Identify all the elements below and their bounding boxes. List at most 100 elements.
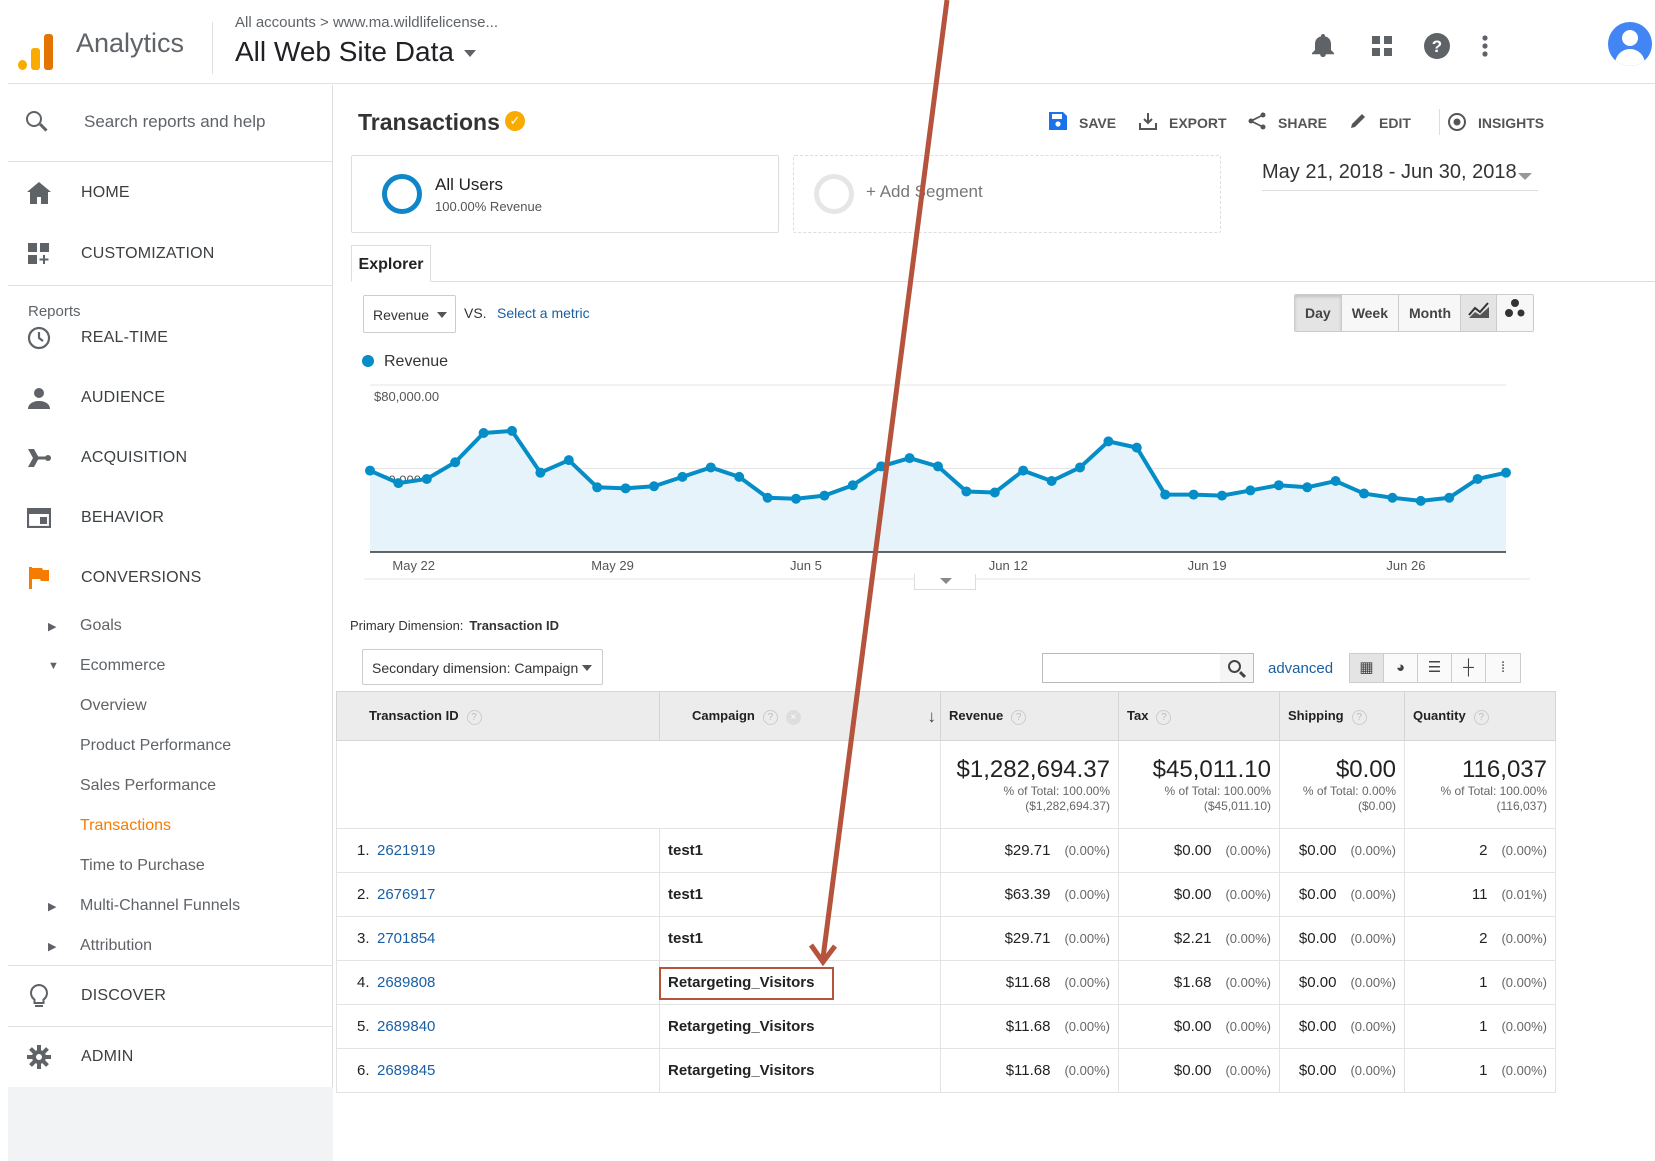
view-selector[interactable]: All Web Site Data	[235, 36, 476, 68]
column-header-revenue[interactable]: Revenue?	[940, 691, 1119, 741]
transaction-id-link[interactable]: 2689840	[377, 1018, 435, 1035]
share-button[interactable]: SHARE	[1246, 111, 1327, 135]
chevron-down-icon	[437, 312, 447, 318]
sidebar-subitem-multi-channel-funnels[interactable]: ▶ Multi-Channel Funnels	[8, 887, 333, 927]
subitem-label: Product Performance	[80, 737, 232, 754]
table-search-button[interactable]	[1220, 653, 1254, 683]
table-view-toggle: ▦ ◕ ☰ ┼ ⦙	[1349, 653, 1521, 683]
total-abs: ($45,011.10)	[1203, 798, 1271, 813]
transaction-id-link[interactable]: 2689808	[377, 974, 435, 991]
sidebar-subitem-goals[interactable]: ▶ Goals	[8, 607, 333, 647]
column-header-tax[interactable]: Tax?	[1118, 691, 1280, 741]
column-header-campaign[interactable]: Campaign? × ↓	[659, 691, 941, 741]
term-cloud-icon[interactable]: ⦙	[1486, 654, 1520, 682]
table-filter-input[interactable]	[1042, 653, 1221, 683]
column-header-label: Tax	[1127, 707, 1149, 723]
help-icon[interactable]: ?	[1351, 709, 1367, 725]
more-vert-icon[interactable]	[1471, 32, 1499, 60]
granularity-toggle: Day Week Month	[1294, 294, 1462, 332]
table-header-row: Transaction ID? Campaign? × ↓ Revenue? Tax…	[336, 691, 1556, 741]
sidebar-item-acquisition[interactable]: ACQUISITION	[8, 427, 333, 489]
segment-name: All Users	[435, 175, 504, 194]
month-button[interactable]: Month	[1399, 295, 1461, 331]
sidebar-subitem-product-performance[interactable]: Product Performance	[8, 727, 333, 767]
sidebar-item-behavior[interactable]: BEHAVIOR	[8, 487, 333, 549]
revenue-cell: $11.68 (0.00%)	[940, 960, 1119, 1005]
transaction-id-link[interactable]: 2689845	[377, 1062, 435, 1079]
collapse-chart-button[interactable]	[914, 574, 976, 590]
subitem-label: Time to Purchase	[80, 857, 205, 874]
transaction-id-link[interactable]: 2621919	[377, 842, 435, 859]
edit-button[interactable]: EDIT	[1347, 111, 1411, 135]
help-icon[interactable]: ?	[1473, 709, 1489, 725]
column-header-transaction-id[interactable]: Transaction ID?	[336, 691, 660, 741]
segment-all-users[interactable]: All Users 100.00% Revenue	[351, 155, 779, 233]
search-input[interactable]: Search reports and help	[84, 112, 265, 132]
table-row: 3. 2701854 test1 $29.71 (0.00%) $2.21 (0.00%) $…	[336, 916, 1556, 961]
sidebar-item-admin[interactable]: ADMIN	[8, 1026, 333, 1088]
sidebar-item-realtime[interactable]: REAL-TIME	[8, 307, 333, 369]
sidebar-subitem-time-to-purchase[interactable]: Time to Purchase	[8, 847, 333, 887]
secondary-dimension-select[interactable]: Secondary dimension: Campaign	[362, 649, 603, 685]
table-row: 2. 2676917 test1 $63.39 (0.00%) $0.00 (0.00%) $…	[336, 872, 1556, 917]
advanced-filter-link[interactable]: advanced	[1268, 660, 1333, 677]
sidebar-item-audience[interactable]: AUDIENCE	[8, 367, 333, 429]
column-header-shipping[interactable]: Shipping?	[1279, 691, 1405, 741]
comparison-view-icon[interactable]: ┼	[1452, 654, 1486, 682]
sidebar-subitem-attribution[interactable]: ▶ Attribution	[8, 927, 333, 967]
line-chart-icon[interactable]	[1461, 295, 1497, 331]
help-icon[interactable]: ?	[762, 709, 778, 725]
help-icon[interactable]: ?	[466, 709, 482, 725]
sidebar-subitem-overview[interactable]: Overview	[8, 687, 333, 727]
breadcrumb[interactable]: All accounts > www.ma.wildlifelicense...	[235, 14, 498, 31]
date-range-picker[interactable]: May 21, 2018 - Jun 30, 2018	[1262, 161, 1538, 191]
revenue-data-point	[1387, 492, 1398, 503]
campaign-cell: Retargeting_Visitors	[659, 1004, 941, 1049]
performance-view-icon[interactable]: ☰	[1418, 654, 1452, 682]
transaction-id-link[interactable]: 2701854	[377, 930, 435, 947]
subitem-label: Ecommerce	[80, 657, 166, 674]
pie-view-icon[interactable]: ◕	[1384, 654, 1418, 682]
sidebar-subitem-sales-performance[interactable]: Sales Performance	[8, 767, 333, 807]
transaction-id-cell: 6. 2689845	[336, 1048, 660, 1093]
metric-select[interactable]: Revenue	[363, 295, 456, 333]
help-icon[interactable]: ?	[1156, 709, 1172, 725]
bell-icon[interactable]	[1309, 32, 1337, 60]
sidebar-item-home[interactable]: HOME	[8, 162, 333, 224]
edit-label: EDIT	[1379, 115, 1411, 131]
sidebar-item-customization[interactable]: CUSTOMIZATION	[8, 223, 333, 285]
help-icon[interactable]: ?	[1011, 709, 1027, 725]
campaign-cell: Retargeting_Visitors	[659, 1048, 941, 1093]
account-avatar[interactable]	[1608, 22, 1652, 66]
primary-dimension-value[interactable]: Transaction ID	[469, 618, 559, 633]
sidebar-search[interactable]: Search reports and help	[8, 85, 333, 162]
data-table-icon[interactable]: ▦	[1350, 654, 1384, 682]
chevron-down-icon	[582, 665, 592, 671]
export-button[interactable]: EXPORT	[1137, 111, 1227, 135]
select-metric-link[interactable]: Select a metric	[497, 305, 590, 321]
motion-chart-icon[interactable]	[1497, 295, 1533, 331]
insights-button[interactable]: INSIGHTS	[1446, 111, 1544, 135]
sidebar-item-discover[interactable]: DISCOVER	[8, 965, 333, 1027]
person-icon	[26, 385, 52, 411]
apps-grid-icon[interactable]	[1368, 32, 1396, 60]
sidebar-item-label: BEHAVIOR	[81, 509, 165, 526]
help-icon[interactable]: ?	[1423, 32, 1451, 60]
chevron-right-icon: ▶	[48, 941, 57, 953]
day-button[interactable]: Day	[1295, 295, 1342, 331]
insights-icon	[1446, 112, 1468, 134]
column-header-quantity[interactable]: Quantity?	[1404, 691, 1556, 741]
save-button[interactable]: SAVE	[1047, 111, 1116, 135]
shipping-cell: $0.00 (0.00%)	[1279, 916, 1405, 961]
transaction-id-link[interactable]: 2676917	[377, 886, 435, 903]
add-segment-button[interactable]: + Add Segment	[793, 155, 1221, 233]
analytics-logo-icon[interactable]	[18, 32, 54, 70]
sidebar-subitem-transactions[interactable]: Transactions	[8, 807, 333, 847]
revenue-data-point	[961, 486, 972, 497]
quantity-cell: 1 (0.00%)	[1404, 960, 1556, 1005]
sidebar-item-conversions[interactable]: CONVERSIONS	[8, 547, 333, 609]
sidebar-subitem-ecommerce[interactable]: ▼ Ecommerce	[8, 647, 333, 687]
remove-dimension-icon[interactable]: ×	[785, 709, 801, 725]
week-button[interactable]: Week	[1341, 295, 1400, 331]
tab-explorer[interactable]: Explorer	[351, 245, 431, 282]
